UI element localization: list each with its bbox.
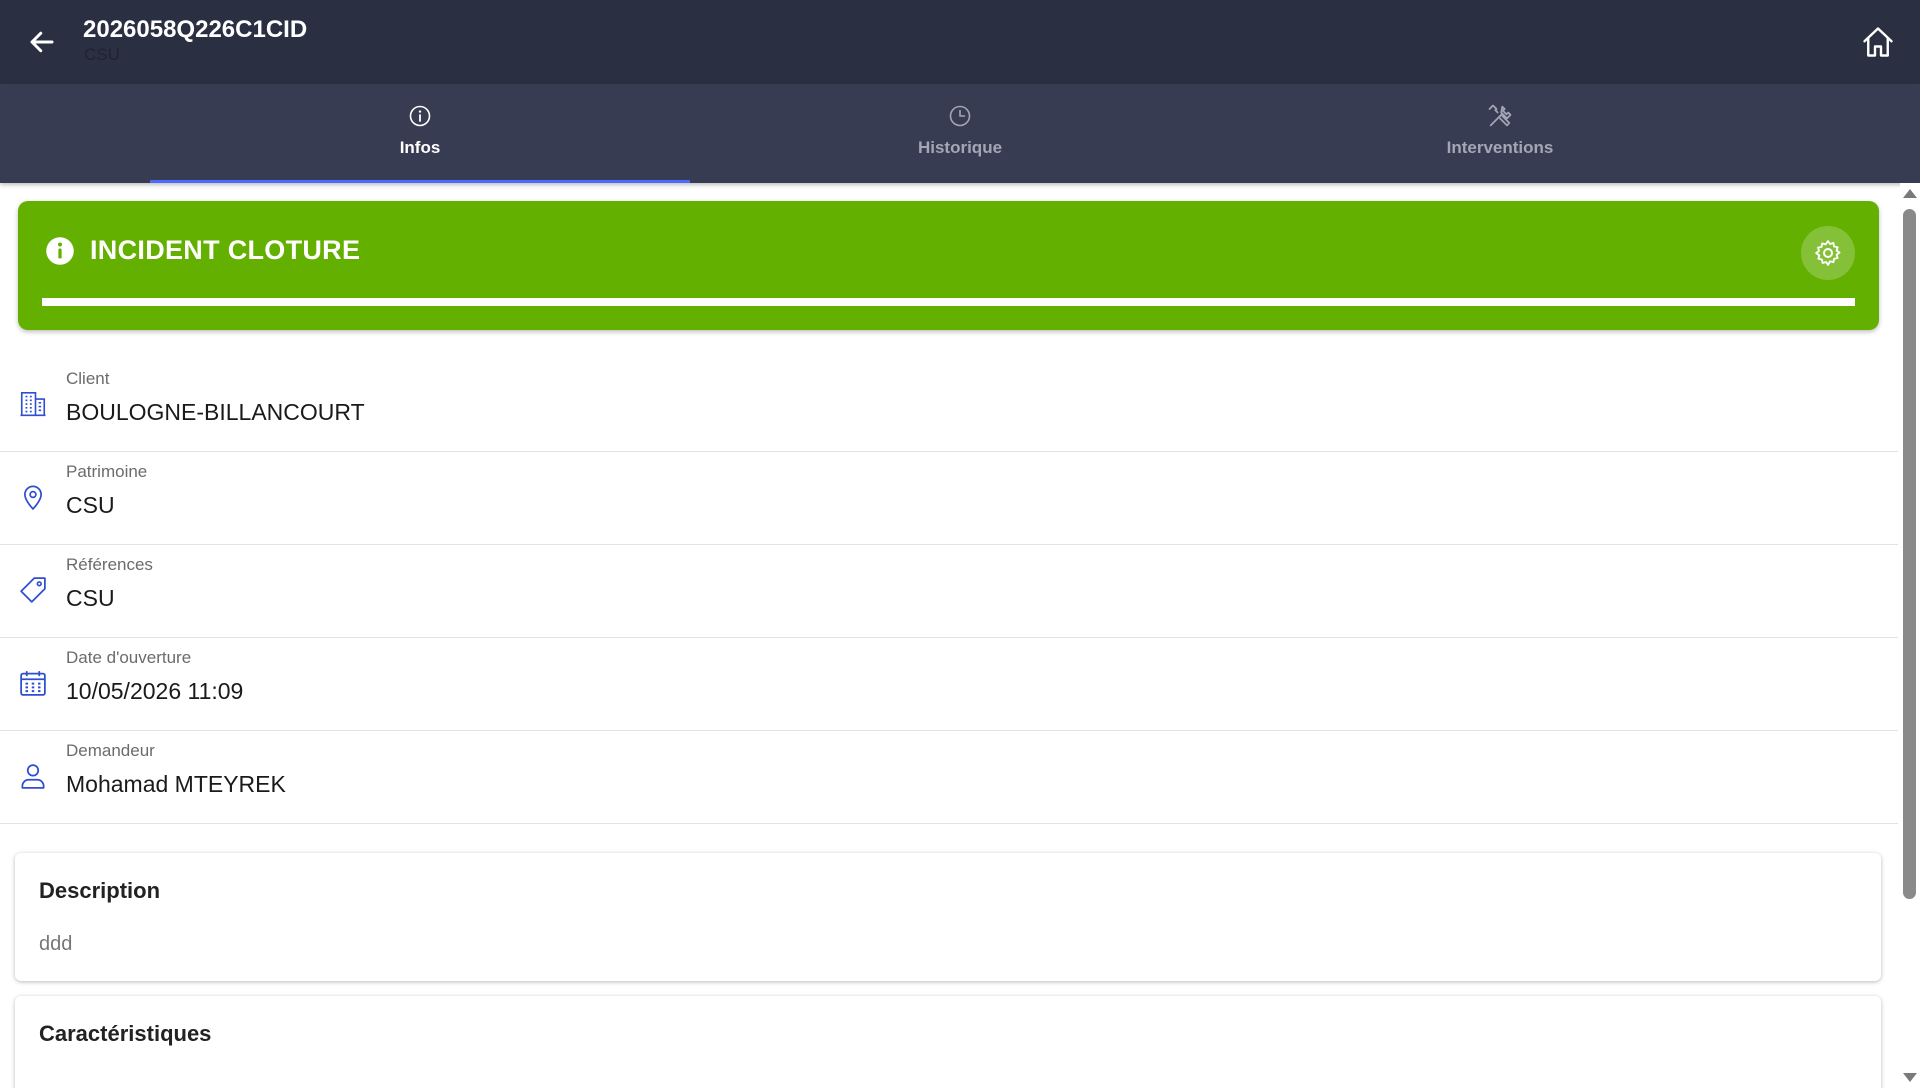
location-pin-icon — [23, 485, 43, 511]
field-label: Patrimoine — [66, 462, 148, 481]
field-value: 10/05/2026 11:09 — [66, 678, 244, 704]
tab-infos[interactable]: Infos — [150, 84, 690, 183]
building-icon — [20, 391, 46, 417]
arrow-left-icon — [30, 31, 54, 53]
field-value: Mohamad MTEYREK — [66, 771, 286, 797]
field-label: Client — [66, 369, 110, 388]
tag-icon — [20, 577, 46, 603]
field-value: BOULOGNE-BILLANCOURT — [66, 399, 365, 425]
status-progress-bar — [42, 298, 1855, 306]
page-title: 2026058Q226C1CID — [83, 16, 308, 43]
info-row-client: Client BOULOGNE-BILLANCOURT — [0, 359, 1898, 452]
status-title: INCIDENT CLOTURE — [90, 235, 361, 265]
info-row-demandeur: Demandeur Mohamad MTEYREK — [0, 731, 1898, 824]
settings-button[interactable] — [1801, 226, 1855, 280]
back-button[interactable] — [22, 22, 62, 62]
info-row-date-ouverture: Date d'ouverture 10/05/2026 11:09 — [0, 638, 1898, 731]
scroll-down-arrow[interactable] — [1903, 1073, 1917, 1082]
tools-icon — [1486, 102, 1514, 130]
field-label: Références — [66, 555, 153, 574]
tab-label: Infos — [399, 138, 441, 157]
description-text: ddd — [39, 933, 73, 955]
characteristics-card: Caractéristiques — [15, 996, 1881, 1088]
field-label: Demandeur — [66, 741, 155, 760]
calendar-icon — [20, 671, 46, 696]
home-button[interactable] — [1856, 20, 1900, 64]
tab-bar: Infos Historique Interventions — [0, 84, 1920, 183]
person-icon — [21, 764, 45, 789]
field-value: CSU — [66, 585, 115, 611]
main-content: INCIDENT CLOTURE Client BOULOGNE-BILLANC… — [0, 183, 1900, 1088]
scrollbar-thumb[interactable] — [1903, 209, 1916, 899]
tab-historique[interactable]: Historique — [690, 84, 1230, 183]
app-bar: 2026058Q226C1CID CSU — [0, 0, 1920, 84]
page-subtitle: CSU — [84, 45, 120, 64]
description-card: Description ddd — [15, 853, 1881, 981]
field-value: CSU — [66, 492, 115, 518]
info-icon — [406, 102, 434, 130]
clock-icon — [946, 102, 974, 130]
field-label: Date d'ouverture — [66, 648, 192, 667]
gear-icon — [1815, 240, 1841, 266]
info-row-references: Références CSU — [0, 545, 1898, 638]
tab-interventions[interactable]: Interventions — [1230, 84, 1770, 183]
info-row-patrimoine: Patrimoine CSU — [0, 452, 1898, 545]
characteristics-title: Caractéristiques — [39, 1021, 212, 1046]
info-filled-icon — [46, 237, 74, 265]
status-card: INCIDENT CLOTURE — [18, 201, 1879, 330]
home-icon — [1863, 27, 1893, 57]
tab-label: Interventions — [1446, 138, 1554, 157]
scrollbar[interactable] — [1900, 183, 1920, 1088]
description-title: Description — [39, 878, 161, 903]
tab-label: Historique — [917, 138, 1003, 157]
scroll-up-arrow[interactable] — [1903, 189, 1917, 198]
